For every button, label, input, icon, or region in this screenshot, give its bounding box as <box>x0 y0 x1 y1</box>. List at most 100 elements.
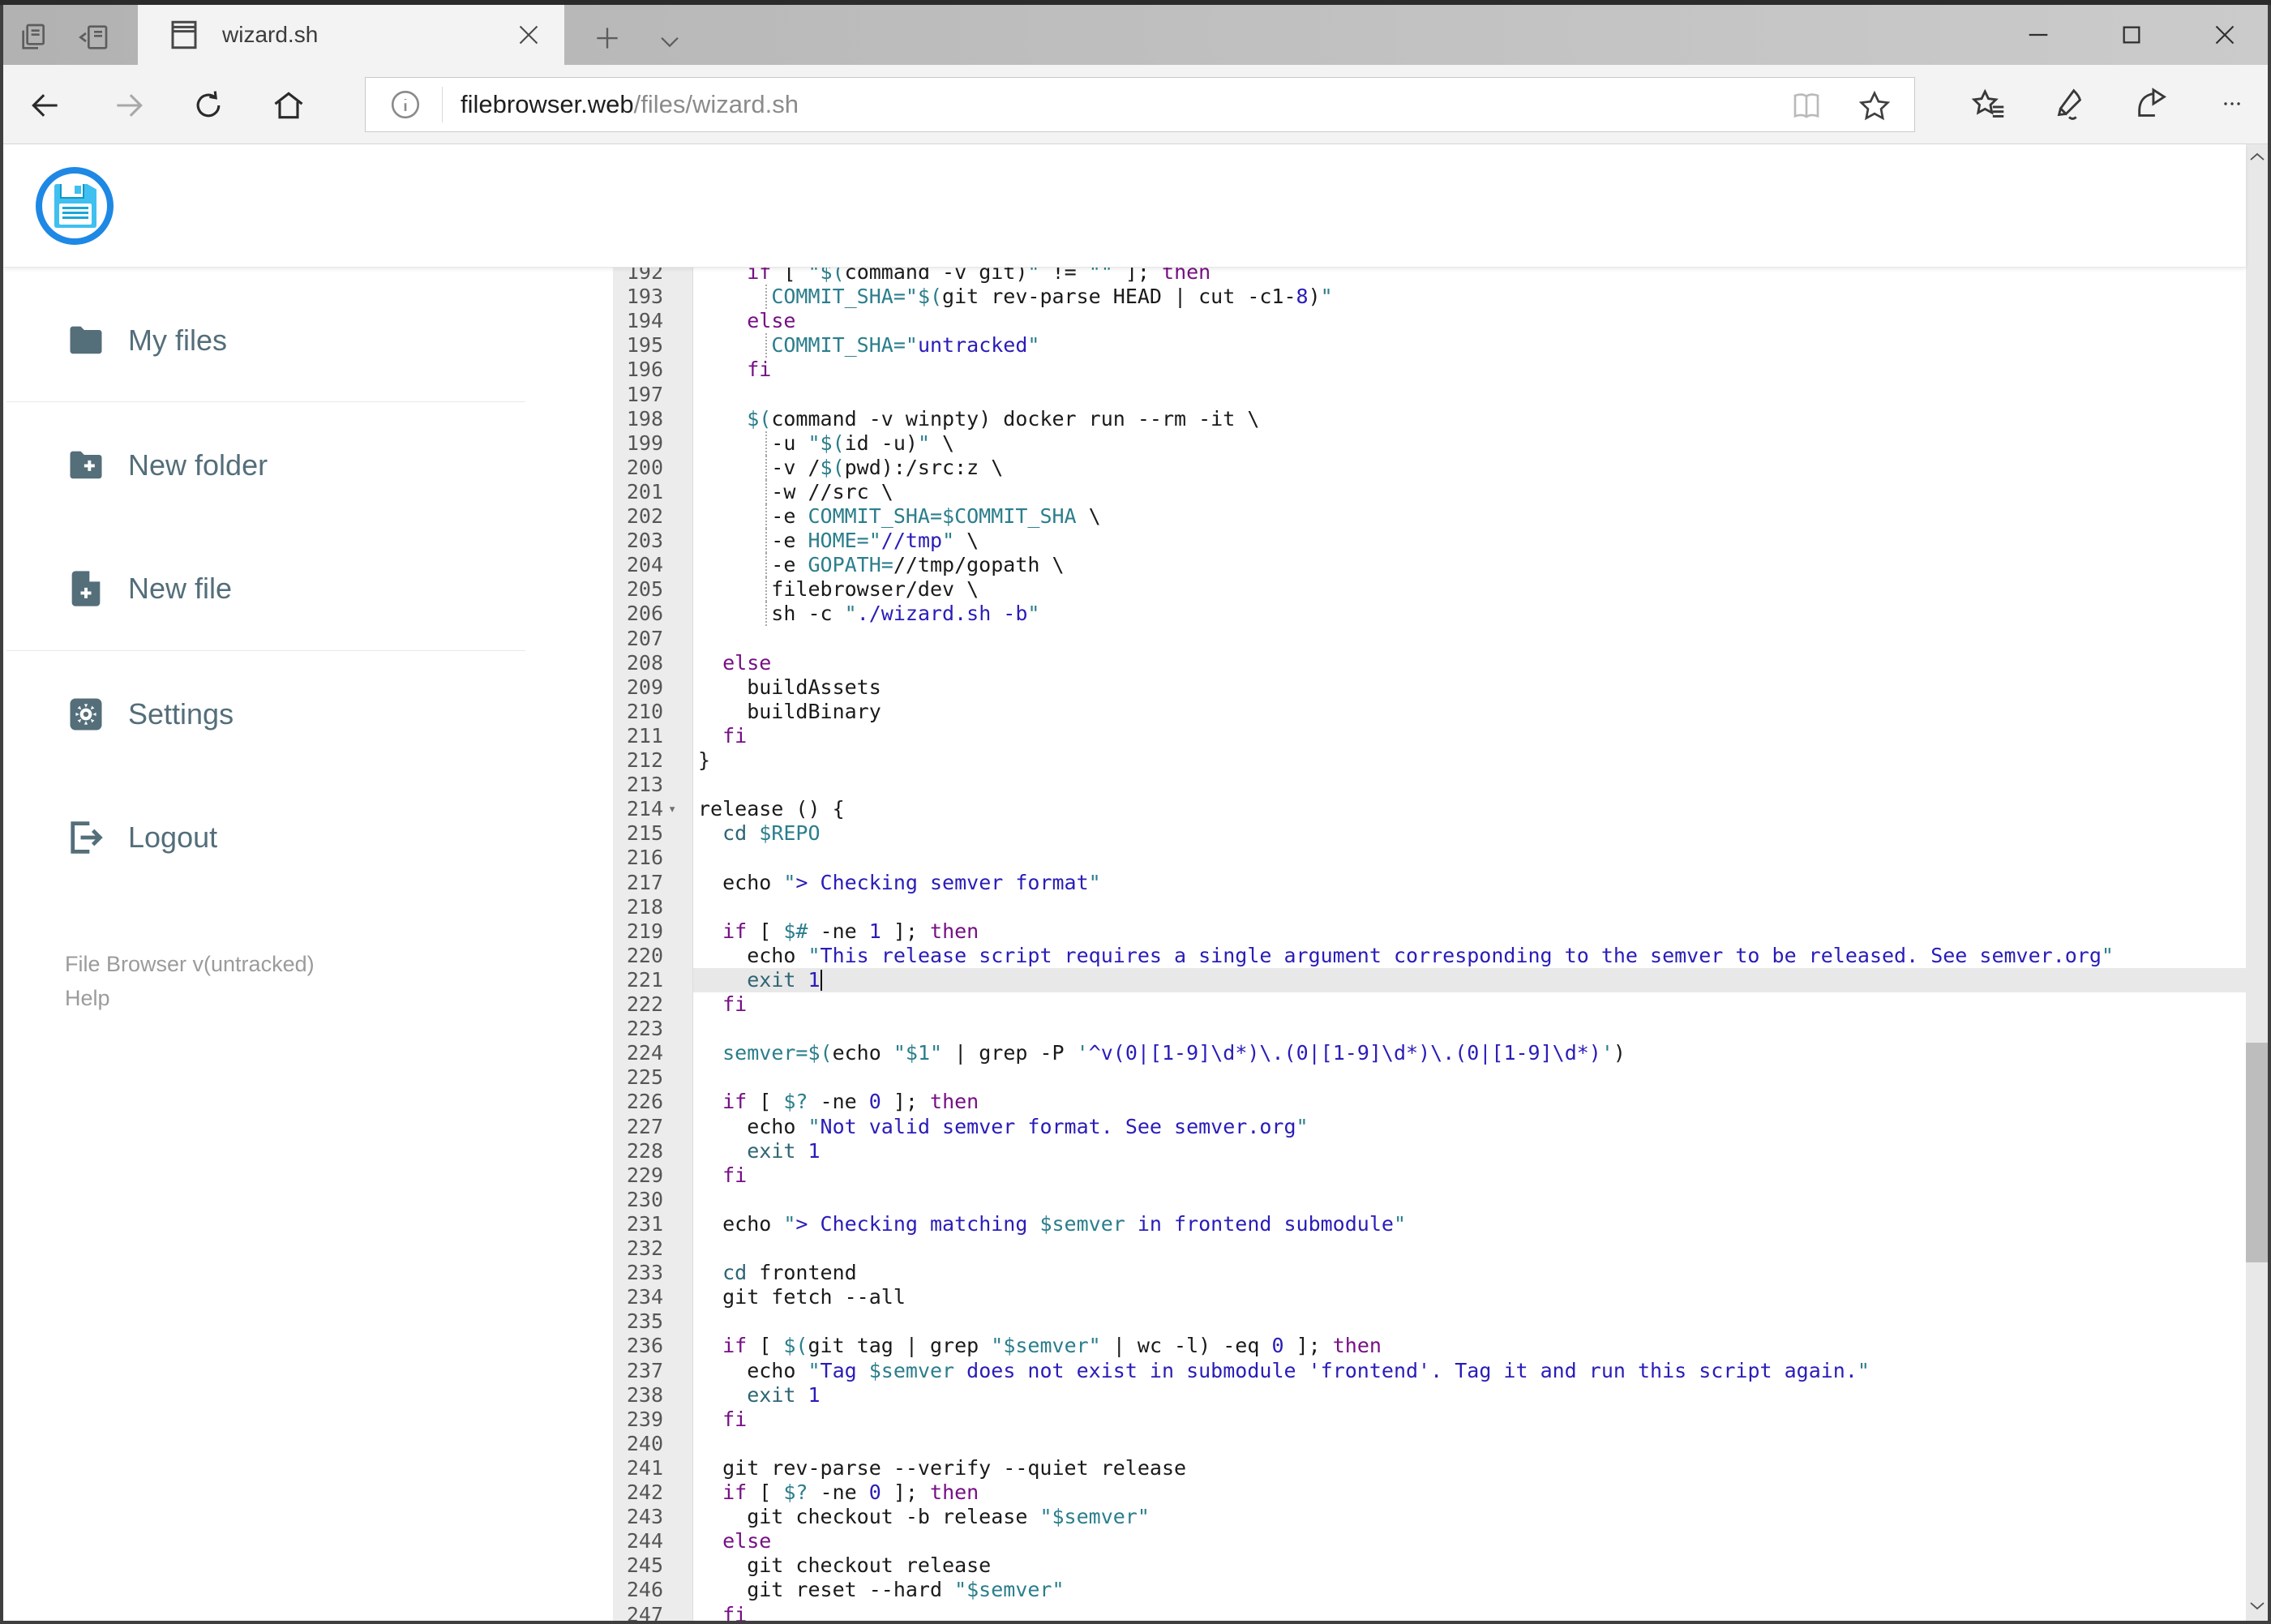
sidebar-item-new-folder[interactable]: New folder <box>32 436 519 495</box>
code-line[interactable]: 198 $(command -v winpty) docker run --rm… <box>613 407 2246 431</box>
code-line[interactable]: 196 fi <box>613 358 2246 382</box>
code-line[interactable]: 236 if [ $(git tag | grep "$semver" | wc… <box>613 1334 2246 1358</box>
code-line[interactable]: 237 echo "Tag $semver does not exist in … <box>613 1359 2246 1383</box>
code-line[interactable]: 223 <box>613 1017 2246 1041</box>
code-line[interactable]: 200 -v /$(pwd):/src:z \ <box>613 455 2246 480</box>
sidebar-item-my-files[interactable]: My files <box>32 311 519 370</box>
favorite-star-icon[interactable] <box>1856 88 1893 125</box>
code-line[interactable]: 211 fi <box>613 724 2246 748</box>
code-line[interactable]: 245 git checkout release <box>613 1553 2246 1578</box>
code-line[interactable]: 193 COMMIT_SHA="$(git rev-parse HEAD | c… <box>613 285 2246 310</box>
line-number: 202 <box>626 504 663 528</box>
code-line[interactable]: 241 git rev-parse --verify --quiet relea… <box>613 1456 2246 1480</box>
code-line[interactable]: 206 sh -c "./wizard.sh -b" <box>613 602 2246 627</box>
scroll-up-icon[interactable] <box>2247 148 2267 167</box>
code-line[interactable]: 230 <box>613 1188 2246 1212</box>
code-line[interactable]: 212} <box>613 748 2246 773</box>
code-line[interactable]: 218 <box>613 895 2246 919</box>
code-line[interactable]: 226 if [ $? -ne 0 ]; then <box>613 1090 2246 1114</box>
code-line[interactable]: 238 exit 1 <box>613 1383 2246 1408</box>
code-line[interactable]: 231 echo "> Checking matching $semver in… <box>613 1212 2246 1236</box>
code-line[interactable]: 199 -u "$(id -u)" \ <box>613 431 2246 456</box>
line-number: 196 <box>626 358 663 382</box>
line-number: 201 <box>626 479 663 503</box>
new-tab-button[interactable] <box>592 23 624 55</box>
code-line[interactable]: 192 if [ "$(command -v git)" != "" ]; th… <box>613 268 2246 285</box>
address-bar[interactable]: filebrowser.web/files/wizard.sh <box>365 77 1915 132</box>
code-line[interactable]: 205 filebrowser/dev \ <box>613 577 2246 602</box>
filebrowser-logo[interactable] <box>36 167 114 245</box>
hub-favorites-icon[interactable] <box>1971 86 2008 123</box>
code-line[interactable]: 234 git fetch --all <box>613 1285 2246 1309</box>
code-line[interactable]: 228 exit 1 <box>613 1139 2246 1163</box>
tab-preview-chevron-icon[interactable] <box>656 28 688 60</box>
code-line[interactable]: 217 echo "> Checking semver format" <box>613 871 2246 895</box>
url-text[interactable]: filebrowser.web/files/wizard.sh <box>461 90 799 119</box>
code-line[interactable]: 235 <box>613 1309 2246 1334</box>
code-line[interactable]: 202 -e COMMIT_SHA=$COMMIT_SHA \ <box>613 504 2246 529</box>
close-button[interactable] <box>2188 16 2261 54</box>
code-line[interactable]: 244 else <box>613 1529 2246 1553</box>
code-line[interactable]: 214 ▾ release () { <box>613 797 2246 821</box>
code-line[interactable]: 233 cd frontend <box>613 1261 2246 1285</box>
code-text: else <box>722 650 772 675</box>
sidebar-item-logout[interactable]: Logout <box>32 808 519 867</box>
code-line[interactable]: 243 git checkout -b release "$semver" <box>613 1505 2246 1529</box>
code-line[interactable]: 215 cd $REPO <box>613 821 2246 846</box>
site-info-icon[interactable] <box>388 88 422 122</box>
scrollbar-thumb[interactable] <box>2246 1043 2268 1262</box>
code-line[interactable]: 195 COMMIT_SHA="untracked" <box>613 333 2246 358</box>
gear-icon <box>65 693 107 735</box>
sidebar-footer: File Browser v(untracked) Help <box>65 947 315 1015</box>
code-line[interactable]: 213 <box>613 773 2246 797</box>
code-line[interactable]: 194 else <box>613 309 2246 333</box>
code-line[interactable]: 242 if [ $? -ne 0 ]; then <box>613 1480 2246 1505</box>
share-icon[interactable] <box>2133 86 2170 123</box>
minimize-button[interactable] <box>2002 16 2075 54</box>
code-line[interactable]: 197 <box>613 383 2246 407</box>
code-line[interactable]: 239 fi <box>613 1408 2246 1432</box>
code-line[interactable]: 232 <box>613 1236 2246 1261</box>
code-line[interactable]: 209 buildAssets <box>613 675 2246 700</box>
code-line[interactable]: 220 echo "This release script requires a… <box>613 944 2246 968</box>
help-link[interactable]: Help <box>65 981 315 1015</box>
tab-close-icon[interactable] <box>514 20 543 49</box>
code-line[interactable]: 221 exit 1 <box>613 967 2246 992</box>
code-line[interactable]: 207 <box>613 627 2246 651</box>
fold-marker-icon[interactable]: ▾ <box>668 797 688 821</box>
code-line[interactable]: 201 -w //src \ <box>613 479 2246 504</box>
code-line[interactable]: 229 fi <box>613 1163 2246 1188</box>
sidebar-item-settings[interactable]: Settings <box>32 685 519 743</box>
refresh-icon[interactable] <box>191 88 226 123</box>
code-line[interactable]: 222 fi <box>613 992 2246 1017</box>
code-line[interactable]: 203 -e HOME="//tmp" \ <box>613 529 2246 554</box>
code-editor[interactable]: 192 if [ "$(command -v git)" != "" ]; th… <box>613 268 2246 1624</box>
reading-view-icon[interactable] <box>1789 89 1823 123</box>
code-line[interactable]: 227 echo "Not valid semver format. See s… <box>613 1115 2246 1139</box>
tabs-aside-list-icon[interactable] <box>78 21 110 54</box>
code-line[interactable]: 240 <box>613 1432 2246 1456</box>
tab-wizard-sh[interactable]: wizard.sh <box>138 5 564 65</box>
code-line[interactable]: 246 git reset --hard "$semver" <box>613 1578 2246 1602</box>
code-line[interactable]: 216 <box>613 846 2246 870</box>
home-icon[interactable] <box>271 88 306 123</box>
code-line[interactable]: 210 buildBinary <box>613 700 2246 724</box>
code-line[interactable]: 219 if [ $# -ne 1 ]; then <box>613 919 2246 944</box>
line-number: 208 <box>626 650 663 675</box>
forward-icon[interactable] <box>111 88 147 123</box>
tabs-set-aside-icon[interactable] <box>18 21 50 54</box>
maximize-button[interactable] <box>2095 16 2168 54</box>
back-icon[interactable] <box>28 88 63 123</box>
sidebar-item-new-file[interactable]: New file <box>32 559 519 618</box>
code-line[interactable]: 204 -e GOPATH=//tmp/gopath \ <box>613 553 2246 578</box>
page-scrollbar[interactable] <box>2246 144 2268 1621</box>
annotate-pen-icon[interactable] <box>2050 86 2088 123</box>
url-host: filebrowser.web <box>461 90 634 118</box>
more-options-icon[interactable] <box>2213 94 2251 131</box>
code-line[interactable]: 224 semver=$(echo "$1" | grep -P '^v(0|[… <box>613 1041 2246 1065</box>
code-line[interactable]: 208 else <box>613 651 2246 675</box>
scroll-down-icon[interactable] <box>2247 1596 2267 1615</box>
line-number: 220 <box>626 943 663 967</box>
code-line[interactable]: 225 <box>613 1065 2246 1090</box>
code-text: filebrowser/dev \ <box>698 577 979 602</box>
